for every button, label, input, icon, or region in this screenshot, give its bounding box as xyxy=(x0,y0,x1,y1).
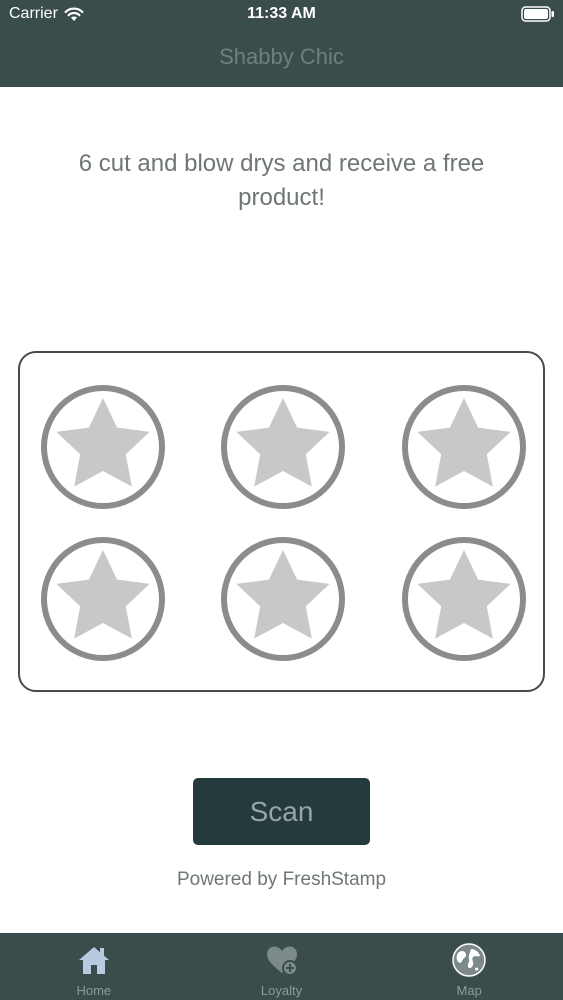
powered-by-label: Powered by FreshStamp xyxy=(176,869,387,890)
stamp-slot xyxy=(39,535,167,663)
star-icon xyxy=(221,385,345,509)
star-icon xyxy=(41,385,165,509)
stamp-slot xyxy=(400,383,528,511)
tab-label-home: Home xyxy=(76,983,112,998)
stamp-slot xyxy=(219,535,347,663)
status-bar: Carrier 11:33 AM xyxy=(0,0,563,30)
star-icon xyxy=(41,537,165,661)
stamp-slot xyxy=(400,535,528,663)
app-screen: Carrier 11:33 AM Shabby Chic 6 cut and b… xyxy=(0,0,563,1000)
tab-label-map: Map xyxy=(456,983,482,998)
tab-bar: Home Loyalty Map xyxy=(0,933,563,1000)
header: Carrier 11:33 AM Shabby Chic xyxy=(0,0,563,87)
home-icon xyxy=(78,947,109,974)
stamp-slot xyxy=(39,383,167,511)
tab-label-loyalty: Loyalty xyxy=(260,983,303,998)
star-icon xyxy=(402,385,526,509)
tab-loyalty[interactable]: Loyalty xyxy=(188,933,376,1000)
globe-icon xyxy=(452,943,486,977)
star-icon xyxy=(221,537,345,661)
battery-icon xyxy=(521,6,554,22)
status-time: 11:33 AM xyxy=(247,5,316,22)
star-icon xyxy=(402,537,526,661)
nav-title: Shabby Chic xyxy=(219,44,344,69)
tab-map[interactable]: Map xyxy=(375,933,563,1000)
promo-text: 6 cut and blow drys and receive a free p… xyxy=(78,150,485,211)
tab-home[interactable]: Home xyxy=(0,933,188,1000)
stamp-slot xyxy=(219,383,347,511)
heart-plus-icon xyxy=(266,946,298,976)
scan-button[interactable]: Scan xyxy=(193,778,370,845)
stamp-card xyxy=(18,351,545,692)
